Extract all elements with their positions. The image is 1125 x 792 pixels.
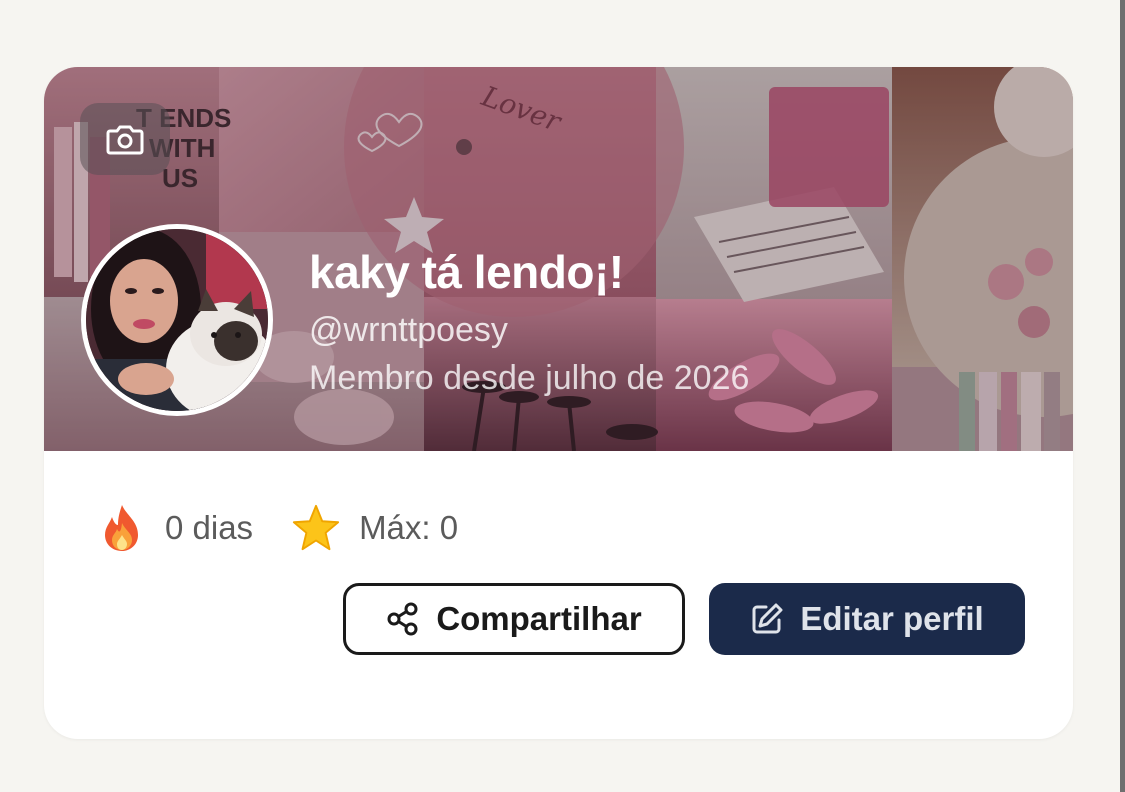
stats-row: 0 dias Máx: 0 — [97, 503, 496, 553]
max-stat: Máx: 0 — [291, 503, 458, 553]
star-icon — [291, 503, 341, 553]
edit-button-label: Editar perfil — [800, 600, 984, 637]
window-edge — [1120, 0, 1125, 792]
edit-icon — [750, 602, 784, 636]
max-label: Máx: 0 — [359, 509, 459, 546]
avatar[interactable] — [81, 224, 273, 416]
profile-card: T ENDS WITH US Lover kaky tá lendo¡! @wr… — [44, 67, 1073, 739]
edit-profile-button[interactable]: Editar perfil — [709, 583, 1025, 655]
avatar-photo — [86, 229, 268, 411]
cover-image: T ENDS WITH US Lover kaky tá lendo¡! @wr… — [44, 67, 1073, 451]
camera-icon — [106, 125, 144, 155]
profile-handle: @wrnttpoesy — [309, 311, 508, 349]
share-icon — [386, 602, 420, 636]
change-cover-button[interactable] — [80, 103, 170, 175]
fire-icon — [97, 503, 147, 553]
share-button-label: Compartilhar — [436, 600, 642, 637]
share-button[interactable]: Compartilhar — [343, 583, 685, 655]
member-since: Membro desde julho de 2026 — [309, 359, 750, 397]
profile-name: kaky tá lendo¡! — [309, 246, 624, 298]
streak-label: 0 dias — [165, 509, 254, 546]
streak-stat: 0 dias — [97, 503, 253, 553]
